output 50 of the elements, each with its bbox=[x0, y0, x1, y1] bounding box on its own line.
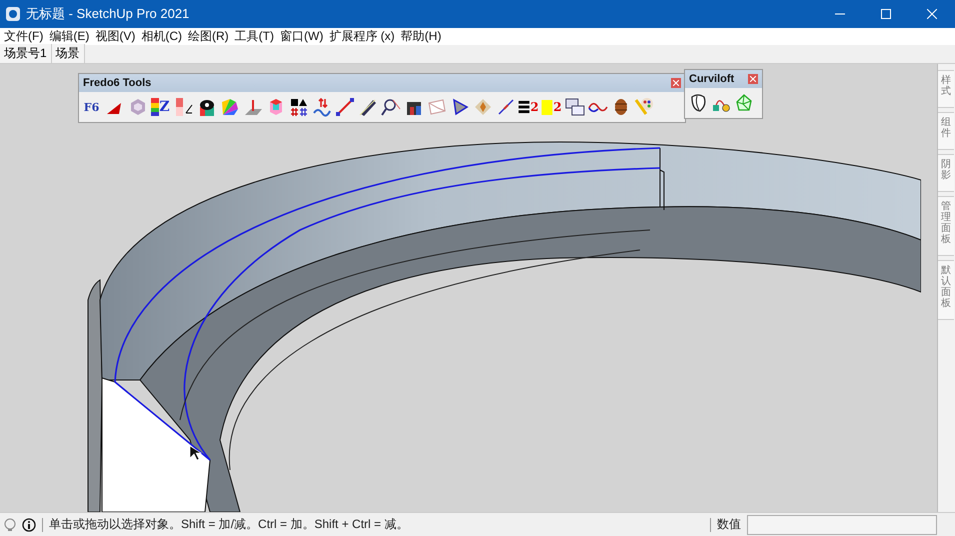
square-icon bbox=[541, 100, 554, 115]
info-icon bbox=[22, 518, 36, 532]
close-button[interactable] bbox=[748, 74, 758, 84]
scene-tab[interactable]: 场景 bbox=[52, 44, 85, 64]
lightbulb-icon bbox=[4, 518, 16, 532]
magnifier-icon bbox=[380, 97, 400, 118]
envelope-icon bbox=[426, 97, 446, 118]
lines-number-button[interactable]: 2 bbox=[518, 95, 539, 120]
color-fan-icon bbox=[220, 97, 240, 118]
diagonal-line-icon bbox=[496, 97, 516, 118]
measurements-label: 数值 bbox=[717, 516, 741, 534]
scene-tab[interactable]: 场景号1 bbox=[0, 44, 52, 64]
color-bars-icon bbox=[151, 97, 160, 118]
tray-tab[interactable]: 组件 bbox=[938, 112, 954, 150]
gradient-icon bbox=[174, 97, 194, 118]
arrows-wave-icon bbox=[312, 97, 332, 118]
windows-icon bbox=[564, 97, 584, 118]
menu-item[interactable]: 窗口(W) bbox=[278, 28, 328, 46]
measurements-field[interactable] bbox=[747, 514, 937, 535]
menu-item[interactable]: 绘图(R) bbox=[186, 28, 233, 46]
arrows-wave-button[interactable] bbox=[311, 95, 332, 120]
menu-item[interactable]: 视图(V) bbox=[93, 28, 140, 46]
app-logo-icon bbox=[6, 7, 20, 21]
mesh-shape-icon bbox=[734, 93, 754, 114]
toolbar-title: Curviloft bbox=[689, 73, 734, 86]
color-bars-button[interactable]: Z bbox=[150, 95, 171, 120]
menu-item[interactable]: 扩展程序 (x) bbox=[327, 28, 399, 46]
menu-item[interactable]: 编辑(E) bbox=[47, 28, 94, 46]
menu-item[interactable]: 文件(F) bbox=[2, 28, 48, 46]
maximize-icon bbox=[881, 9, 891, 19]
pin-icon bbox=[242, 97, 262, 118]
tray-tab[interactable]: 管理面板 bbox=[938, 196, 954, 256]
tray-tab[interactable]: 默认面板 bbox=[938, 260, 954, 320]
menu-item[interactable]: 工具(T) bbox=[232, 28, 278, 46]
f6-tool-button[interactable]: F6 bbox=[81, 95, 102, 120]
menu-item[interactable]: 帮助(H) bbox=[398, 28, 446, 46]
line-icon bbox=[334, 97, 354, 118]
pencil-icon bbox=[358, 97, 378, 118]
paint-brush-icon bbox=[634, 97, 654, 118]
mouse-cursor-icon bbox=[190, 446, 202, 461]
window-title: 无标题 - SketchUp Pro 2021 bbox=[26, 5, 190, 23]
square-number-button[interactable]: 2 bbox=[541, 95, 562, 120]
tray-tab[interactable]: 样式 bbox=[938, 70, 954, 108]
tray-tab[interactable]: 阴影 bbox=[938, 154, 954, 192]
close-icon bbox=[927, 9, 937, 19]
status-message: 单击或拖动以选择对象。Shift = 加/减。Ctrl = 加。Shift + Ctrl = 减。 bbox=[49, 516, 410, 534]
close-button[interactable] bbox=[671, 78, 681, 88]
lines-icon bbox=[518, 100, 530, 114]
toolbar-title: Fredo6 Tools bbox=[83, 77, 152, 90]
menu-item[interactable]: 相机(C) bbox=[139, 28, 186, 46]
